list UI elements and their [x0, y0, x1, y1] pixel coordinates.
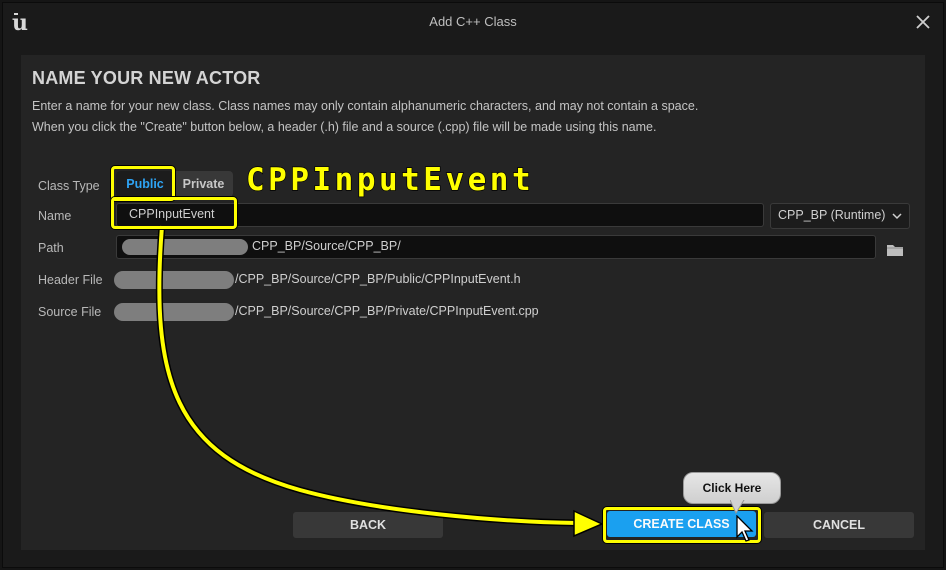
folder-icon[interactable] — [886, 243, 904, 257]
header-file-label: Header File — [38, 273, 103, 287]
redacted-path-prefix — [122, 239, 248, 255]
redacted-source-prefix — [114, 303, 234, 321]
add-cpp-class-window: u Add C++ Class NAME YOUR NEW ACTOR Ente… — [2, 2, 944, 568]
page-title: NAME YOUR NEW ACTOR — [32, 68, 261, 88]
path-value: CPP_BP/Source/CPP_BP/ — [252, 239, 401, 253]
description-line-2: When you click the "Create" button below… — [32, 120, 657, 134]
cancel-button[interactable]: CANCEL — [764, 512, 914, 538]
annotation-class-name: CPPInputEvent — [245, 161, 535, 198]
description-line-1: Enter a name for your new class. Class n… — [32, 99, 699, 113]
mouse-cursor-icon — [736, 515, 754, 542]
back-button[interactable]: BACK — [293, 512, 443, 538]
close-icon[interactable] — [913, 12, 933, 32]
class-details-panel: NAME YOUR NEW ACTOR Enter a name for you… — [21, 55, 925, 550]
path-label: Path — [38, 241, 64, 255]
source-file-label: Source File — [38, 305, 102, 319]
redacted-header-prefix — [114, 271, 234, 289]
title-bar[interactable]: u Add C++ Class — [3, 3, 943, 41]
window-title: Add C++ Class — [429, 14, 517, 29]
class-type-label: Class Type — [38, 179, 100, 193]
header-file-value: /CPP_BP/Source/CPP_BP/Public/CPPInputEve… — [235, 272, 521, 286]
module-dropdown-value: CPP_BP (Runtime) — [778, 208, 886, 222]
name-label: Name — [38, 209, 72, 223]
module-dropdown[interactable]: CPP_BP (Runtime) — [770, 203, 910, 229]
class-type-private-button[interactable]: Private — [174, 171, 233, 197]
name-highlight-box — [111, 197, 237, 229]
path-input[interactable]: CPP_BP/Source/CPP_BP/ — [116, 235, 876, 259]
callout-tail — [730, 500, 745, 514]
chevron-down-icon — [892, 213, 902, 220]
source-file-value: /CPP_BP/Source/CPP_BP/Private/CPPInputEv… — [235, 304, 539, 318]
public-highlight-box — [111, 166, 175, 201]
